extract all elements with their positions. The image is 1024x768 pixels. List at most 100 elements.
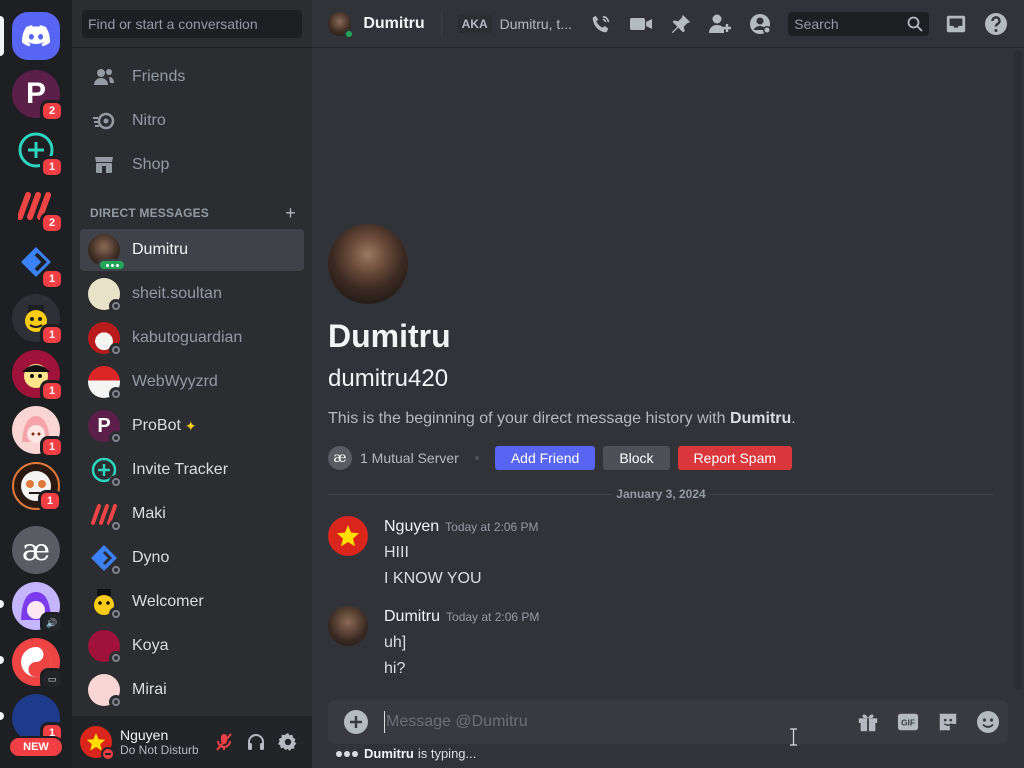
voice-call-button[interactable] xyxy=(590,12,613,36)
server-icon-mutual[interactable]: æ xyxy=(12,526,60,574)
nav-label: Shop xyxy=(132,156,170,173)
dm-item-maki[interactable]: Maki xyxy=(80,493,304,535)
video-call-button[interactable] xyxy=(629,12,653,36)
message-header: Dumitru Today at 2:06 PM xyxy=(384,606,988,628)
header-username[interactable]: Dumitru xyxy=(363,15,424,33)
aka-names[interactable]: Dumitru, t... xyxy=(500,16,574,32)
message-content: uh] xyxy=(384,634,407,651)
pinned-messages-button[interactable] xyxy=(669,12,692,36)
dm-item-dumitru[interactable]: Dumitru xyxy=(80,229,304,271)
offline-status-icon xyxy=(109,475,123,489)
dnd-status-icon xyxy=(101,747,115,761)
add-friends-to-dm-button[interactable] xyxy=(708,12,732,36)
user-info[interactable]: Nguyen Do Not Disturb xyxy=(120,727,208,757)
inbox-button[interactable] xyxy=(945,12,968,36)
server-icon-koya[interactable]: 1 xyxy=(12,350,64,402)
nav-shop[interactable]: Shop xyxy=(80,144,304,186)
dm-item-mirai[interactable]: Mirai xyxy=(80,669,304,711)
dm-item-koya[interactable]: Koya xyxy=(80,625,304,667)
new-badge[interactable]: NEW xyxy=(8,736,64,758)
message-content: I KNOW YOU xyxy=(384,570,482,587)
offline-status-icon xyxy=(109,519,123,533)
dm-name: Dyno xyxy=(132,549,170,566)
message-author[interactable]: Nguyen xyxy=(384,518,439,535)
dm-item-kabutoguardian[interactable]: kabutoguardian xyxy=(80,317,304,359)
friends-icon xyxy=(92,65,116,89)
chat-scrollbar[interactable] xyxy=(1014,50,1022,690)
add-friend-button[interactable]: Add Friend xyxy=(494,446,596,470)
server-icon-welcomer[interactable]: 1 xyxy=(12,294,64,346)
mutual-servers-link[interactable]: æ 1 Mutual Server xyxy=(328,446,459,470)
message-avatar[interactable] xyxy=(328,606,368,646)
intro-suffix: . xyxy=(791,410,796,427)
shop-icon xyxy=(92,153,116,177)
dm-item-welcomer[interactable]: Welcomer xyxy=(80,581,304,623)
home-button[interactable] xyxy=(12,12,60,60)
gift-icon xyxy=(858,714,878,732)
dm-item-sheit-soultan[interactable]: sheit.soultan xyxy=(80,273,304,315)
dm-name: Koya xyxy=(132,637,169,654)
server-icon-anime[interactable]: 🔊 xyxy=(12,582,64,634)
server-icon-mirai[interactable]: 1 xyxy=(12,406,64,458)
create-dm-plus-icon[interactable]: + xyxy=(285,204,296,222)
sticker-button[interactable] xyxy=(936,710,960,734)
find-conversation-button[interactable]: Find or start a conversation xyxy=(82,10,302,38)
welcome-avatar[interactable] xyxy=(328,224,408,304)
aka-tag: AKA xyxy=(457,14,492,33)
avatar xyxy=(88,586,123,621)
server-icon-maki[interactable]: 2 xyxy=(12,182,64,234)
message-author[interactable]: Dumitru xyxy=(384,608,440,625)
server-rail: P 2 1 2 1 1 1 1 1 æ 🔊 ▭ 1 NEW xyxy=(0,0,72,768)
nav-label: Friends xyxy=(132,68,186,85)
message-input[interactable] xyxy=(384,711,840,733)
server-icon-bot-face[interactable]: 1 xyxy=(12,462,62,512)
header-search-input[interactable]: Search xyxy=(788,11,929,36)
deafen-button[interactable] xyxy=(240,726,272,758)
separator-dot xyxy=(474,456,479,460)
dm-item-dyno[interactable]: Dyno xyxy=(80,537,304,579)
help-button[interactable] xyxy=(984,12,1008,36)
nav-nitro[interactable]: Nitro xyxy=(80,100,304,142)
message-content: HIII xyxy=(384,544,409,561)
user-settings-button[interactable] xyxy=(272,726,304,758)
offline-status-icon xyxy=(109,563,123,577)
dm-name: sheit.soultan xyxy=(132,285,222,302)
gift-button[interactable] xyxy=(856,710,880,734)
avatar xyxy=(88,322,123,357)
gear-icon xyxy=(278,733,297,751)
dm-name: Maki xyxy=(132,505,166,522)
server-icon-yinyang[interactable]: ▭ xyxy=(12,638,64,690)
server-icon-blue[interactable]: 1 xyxy=(12,694,64,744)
screen-badge: ▭ xyxy=(40,668,64,690)
message-composer: GIF xyxy=(328,700,1008,744)
dm-item-probot[interactable]: P ProBot ✦ xyxy=(80,405,304,447)
avatar xyxy=(88,674,123,709)
phone-call-icon xyxy=(592,15,610,32)
welcome-display-name: Dumitru xyxy=(328,318,451,354)
dm-name: Mirai xyxy=(132,681,167,698)
intro-name: Dumitru xyxy=(729,410,792,427)
mute-mic-button[interactable] xyxy=(208,726,240,758)
block-button[interactable]: Block xyxy=(603,446,670,470)
user-avatar[interactable] xyxy=(80,726,115,761)
sparkle-icon: ✦ xyxy=(184,417,197,434)
avatar xyxy=(88,542,123,577)
message-timestamp: Today at 2:06 PM xyxy=(445,520,539,534)
upload-button[interactable] xyxy=(344,710,368,734)
report-spam-button[interactable]: Report Spam xyxy=(677,446,793,470)
typing-dots-icon xyxy=(336,750,358,757)
dm-item-webwyyzrd[interactable]: WebWyyzrd xyxy=(80,361,304,403)
message-timestamp: Today at 2:06 PM xyxy=(446,610,540,624)
server-icon-dyno[interactable]: 1 xyxy=(12,238,64,290)
emoji-button[interactable] xyxy=(976,710,1000,734)
gif-button[interactable]: GIF xyxy=(896,710,920,734)
server-icon-probot[interactable]: P 2 xyxy=(12,70,64,122)
emoji-icon xyxy=(977,711,999,733)
dm-item-invite-tracker[interactable]: Invite Tracker xyxy=(80,449,304,491)
user-profile-toggle[interactable] xyxy=(748,12,772,36)
offline-status-icon xyxy=(109,607,123,621)
message-avatar[interactable] xyxy=(328,516,368,556)
server-icon-invite-tracker[interactable]: 1 xyxy=(12,126,64,178)
welcome-intro-text: This is the beginning of your direct mes… xyxy=(328,410,796,428)
nav-friends[interactable]: Friends xyxy=(80,56,304,98)
